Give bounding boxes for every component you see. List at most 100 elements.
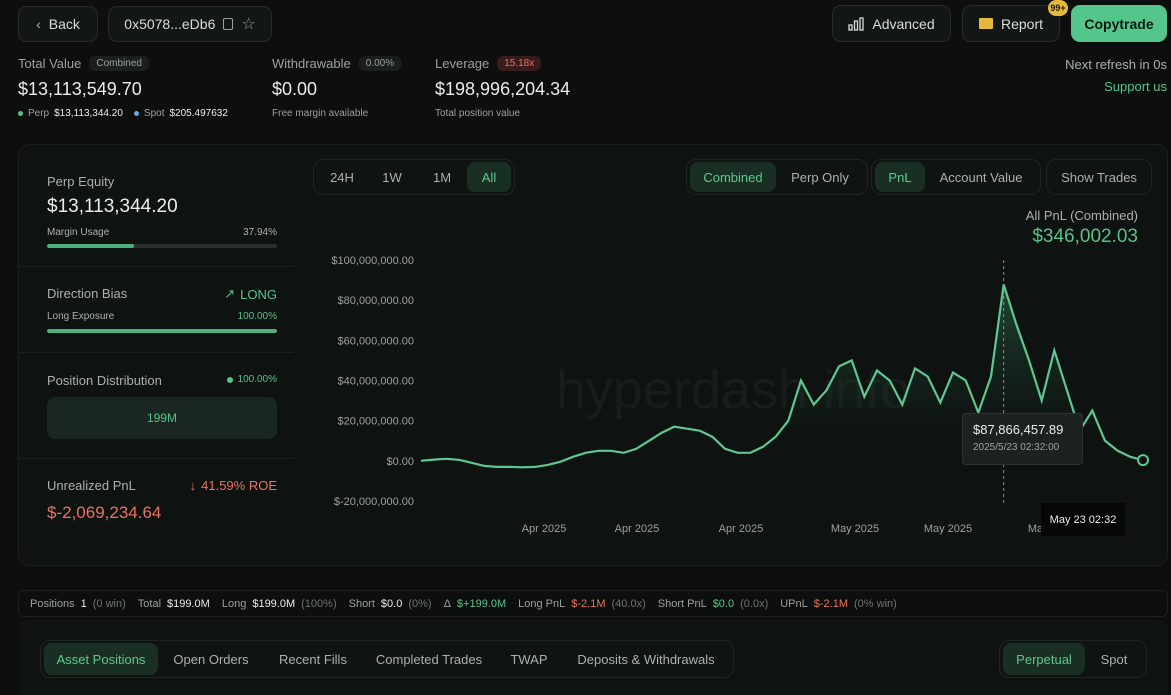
green-dot-icon bbox=[226, 376, 233, 383]
mode-selector: Combined Perp Only bbox=[686, 159, 868, 195]
roe-value: 41.59% ROE bbox=[201, 478, 277, 493]
unrealized-pnl-label: Unrealized PnL bbox=[47, 478, 136, 493]
range-1m[interactable]: 1M bbox=[417, 162, 467, 192]
tooltip-timestamp: 2025/5/23 02:32:00 bbox=[973, 442, 1060, 453]
metric-account-value[interactable]: Account Value bbox=[925, 162, 1037, 192]
refresh-timer: Next refresh in 0s bbox=[1065, 57, 1167, 72]
withdrawable-tag: 0.00% bbox=[358, 56, 402, 71]
y-tick-label: $-20,000,000.00 bbox=[334, 496, 414, 508]
back-button[interactable]: ‹ Back bbox=[18, 6, 98, 42]
upnl-win: (0% win) bbox=[854, 597, 897, 610]
report-badge: 99+ bbox=[1048, 0, 1068, 16]
y-tick-label: $20,000,000.00 bbox=[338, 416, 414, 428]
y-tick-label: $40,000,000.00 bbox=[338, 376, 414, 388]
tab-twap[interactable]: TWAP bbox=[496, 643, 562, 675]
show-trades-button[interactable]: Show Trades bbox=[1050, 162, 1148, 192]
divider bbox=[18, 266, 294, 267]
long-pnl-x: (40.0x) bbox=[611, 597, 646, 610]
leverage-sub: Total position value bbox=[435, 108, 521, 119]
spot-dot-icon bbox=[133, 111, 139, 116]
copytrade-button[interactable]: Copytrade bbox=[1071, 5, 1167, 42]
perp-equity-label: Perp Equity bbox=[47, 174, 115, 189]
withdrawable-label: Withdrawable bbox=[272, 56, 351, 71]
withdrawable-sub: Free margin available bbox=[272, 108, 369, 119]
position-distribution: 100.00% bbox=[200, 374, 277, 385]
long-exposure-value: 100.00% bbox=[237, 311, 277, 322]
distribution-block[interactable]: 199M bbox=[47, 397, 277, 439]
y-tick-label: $100,000,000.00 bbox=[331, 255, 414, 267]
bar-chart-icon bbox=[848, 16, 865, 31]
divider bbox=[18, 458, 294, 459]
short-pnl-x: (0.0x) bbox=[740, 597, 769, 610]
roe: ↓ 41.59% ROE bbox=[180, 478, 277, 493]
long-label: Long bbox=[221, 597, 247, 610]
advanced-button[interactable]: Advanced bbox=[832, 5, 951, 42]
chart-tooltip: $87,866,457.89 2025/5/23 02:32:00 bbox=[962, 413, 1083, 465]
pnl-chart[interactable]: hyperdash.info $100,000,000.00$80,000,00… bbox=[300, 200, 1160, 550]
wallet-address: 0x5078...eDb6 bbox=[124, 16, 216, 32]
x-tick-label: Apr 2025 bbox=[719, 523, 764, 535]
direction-bias-value: LONG bbox=[240, 286, 277, 302]
tab-asset-positions[interactable]: Asset Positions bbox=[44, 643, 158, 675]
leverage-label: Leverage bbox=[435, 56, 490, 71]
upnl-label: UPnL bbox=[780, 597, 808, 610]
x-tick-label: May 2025 bbox=[831, 523, 879, 535]
arrow-down-icon: ↓ bbox=[189, 478, 197, 493]
report-button[interactable]: Report bbox=[962, 5, 1060, 42]
spot-value: $205.497632 bbox=[169, 108, 228, 119]
leverage-value: $198,996,204.34 bbox=[435, 79, 571, 99]
show-trades-toggle: Show Trades bbox=[1046, 159, 1152, 195]
advanced-label: Advanced bbox=[872, 15, 935, 32]
direction-bias: ↗ LONG bbox=[200, 286, 277, 302]
leverage-section: Leverage 15.18x $198,996,204.34 Total po… bbox=[435, 56, 570, 119]
short-value: $0.0 bbox=[380, 597, 403, 610]
market-spot[interactable]: Spot bbox=[1085, 643, 1143, 675]
perp-label: Perp bbox=[28, 108, 50, 119]
long-pnl-value: $-2.1M bbox=[571, 597, 606, 610]
tooltip-value: $87,866,457.89 bbox=[973, 422, 1064, 437]
positions-value: 1 bbox=[80, 597, 87, 610]
tab-open-orders[interactable]: Open Orders bbox=[158, 643, 264, 675]
margin-usage-value: 37.94% bbox=[243, 227, 277, 238]
support-link[interactable]: Support us bbox=[1104, 79, 1167, 94]
withdrawable-section: Withdrawable 0.00% $0.00 Free margin ava… bbox=[272, 56, 402, 119]
perp-equity-value: $13,113,344.20 bbox=[47, 196, 178, 217]
positions-label: Positions bbox=[30, 597, 75, 610]
last-point-marker bbox=[1137, 454, 1149, 467]
y-tick-label: $60,000,000.00 bbox=[338, 335, 414, 347]
position-distribution-label: Position Distribution bbox=[47, 373, 162, 388]
range-selector: 24H 1W 1M All bbox=[313, 159, 515, 195]
star-icon[interactable]: ☆ bbox=[241, 14, 255, 34]
range-24h[interactable]: 24H bbox=[317, 162, 367, 192]
total-value: $199.0M bbox=[167, 597, 210, 610]
divider bbox=[18, 352, 294, 353]
short-label: Short bbox=[348, 597, 375, 610]
mode-combined[interactable]: Combined bbox=[690, 162, 776, 192]
spot-label: Spot bbox=[143, 108, 165, 119]
crosshair-label: May 23 02:32 bbox=[1041, 503, 1125, 536]
y-tick-label: $80,000,000.00 bbox=[338, 295, 414, 307]
range-1w[interactable]: 1W bbox=[367, 162, 417, 192]
copytrade-label: Copytrade bbox=[1084, 15, 1154, 32]
x-tick-label: Apr 2025 bbox=[522, 523, 567, 535]
positions-win: (0 win) bbox=[92, 597, 126, 610]
metric-pnl[interactable]: PnL bbox=[875, 162, 925, 192]
metric-selector: PnL Account Value bbox=[871, 159, 1041, 195]
positions-tabs: Asset Positions Open Orders Recent Fills… bbox=[40, 640, 734, 678]
range-all[interactable]: All bbox=[467, 162, 511, 192]
market-perpetual[interactable]: Perpetual bbox=[1003, 643, 1085, 675]
copy-icon[interactable] bbox=[223, 18, 234, 30]
long-exposure-label: Long Exposure bbox=[47, 311, 115, 322]
upnl-value: $-2.1M bbox=[813, 597, 849, 610]
perp-dot-icon bbox=[18, 111, 23, 116]
tab-deposits-withdrawals[interactable]: Deposits & Withdrawals bbox=[562, 643, 730, 675]
tab-completed-trades[interactable]: Completed Trades bbox=[362, 643, 496, 675]
market-type-selector: Perpetual Spot bbox=[999, 640, 1147, 678]
long-exposure-bar bbox=[47, 329, 277, 333]
positions-stats-bar: Positions 1 (0 win) Total $199.0M Long $… bbox=[18, 590, 1168, 617]
delta-value: $+199.0M bbox=[456, 597, 507, 610]
tab-recent-fills[interactable]: Recent Fills bbox=[264, 643, 362, 675]
chevron-left-icon: ‹ bbox=[36, 16, 41, 32]
mode-perp-only[interactable]: Perp Only bbox=[776, 162, 864, 192]
trending-up-icon: ↗ bbox=[224, 286, 236, 301]
